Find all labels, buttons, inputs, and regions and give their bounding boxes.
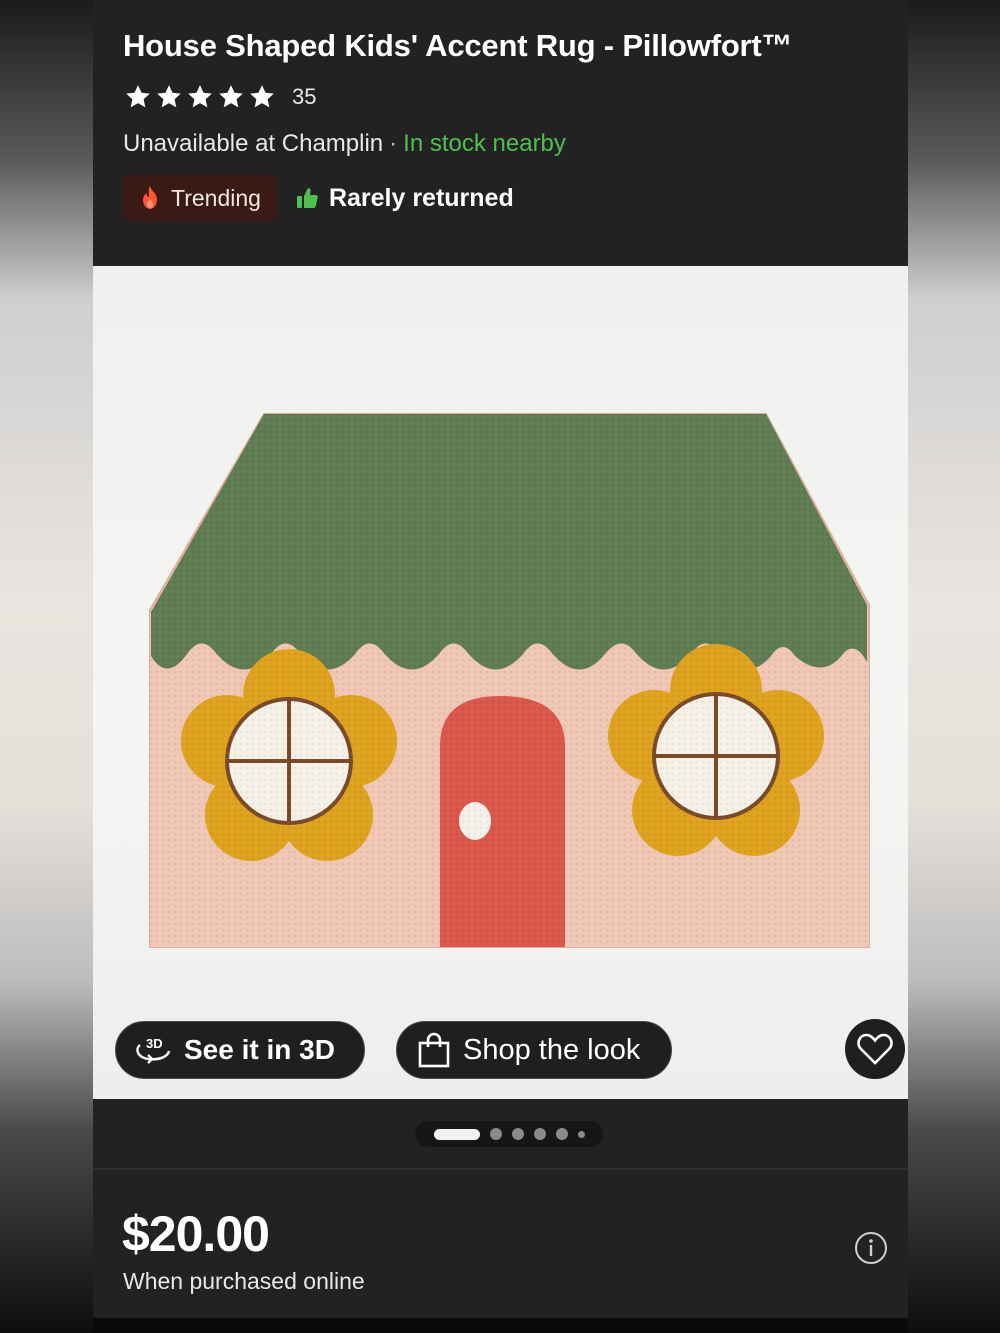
star-icon: [219, 85, 243, 108]
pagination-dot-active[interactable]: [433, 1128, 480, 1140]
pagination-dot[interactable]: [511, 1128, 524, 1140]
shop-the-look-button[interactable]: Shop the look: [396, 1021, 672, 1079]
shopping-bag-icon: [418, 1032, 450, 1068]
badge-row: Trending Rarely returned: [123, 175, 514, 221]
rating-row[interactable]: 35: [124, 83, 316, 111]
price-note: When purchased online: [123, 1268, 365, 1294]
section-divider: [93, 1168, 908, 1170]
trending-badge: Trending: [123, 175, 277, 221]
see-in-3d-button[interactable]: 3D See it in 3D: [115, 1021, 365, 1079]
product-page: House Shaped Kids' Accent Rug - Pillowfo…: [93, 0, 908, 1333]
star-rating: [124, 83, 276, 111]
rating-count: 35: [292, 84, 317, 109]
availability-row[interactable]: Unavailable at Champlin · In stock nearby: [123, 130, 566, 158]
favorite-button[interactable]: [845, 1019, 905, 1079]
pagination-dot[interactable]: [577, 1130, 585, 1138]
product-image-gallery[interactable]: 3D See it in 3D Shop the look: [93, 266, 908, 1099]
rarely-returned-badge: Rarely returned: [295, 184, 514, 213]
flame-icon: [143, 186, 157, 209]
product-image: [149, 413, 870, 948]
info-icon[interactable]: [854, 1231, 888, 1265]
pagination-dot[interactable]: [555, 1128, 568, 1140]
rarely-returned-label: Rarely returned: [328, 183, 514, 212]
svg-text:3D: 3D: [146, 1036, 163, 1051]
star-icon: [126, 85, 150, 108]
store-status: Unavailable at Champlin: [123, 130, 384, 157]
3d-rotate-icon: 3D: [136, 1036, 171, 1064]
shop-the-look-label: Shop the look: [463, 1033, 641, 1066]
availability-separator: ·: [389, 130, 398, 157]
star-icon: [157, 85, 181, 108]
heart-icon: [857, 1033, 893, 1065]
product-title: House Shaped Kids' Accent Rug - Pillowfo…: [123, 28, 793, 63]
nearby-status-link[interactable]: In stock nearby: [403, 130, 566, 157]
star-icon: [250, 85, 274, 108]
image-pagination[interactable]: [415, 1121, 603, 1147]
see-in-3d-label: See it in 3D: [184, 1034, 335, 1065]
star-icon: [188, 85, 212, 108]
thumbs-up-icon: [296, 188, 318, 208]
bottom-bar: [93, 1318, 908, 1333]
price: $20.00: [122, 1206, 270, 1262]
trending-label: Trending: [171, 184, 261, 211]
pagination-dot[interactable]: [533, 1128, 546, 1140]
pagination-dot[interactable]: [489, 1128, 502, 1140]
